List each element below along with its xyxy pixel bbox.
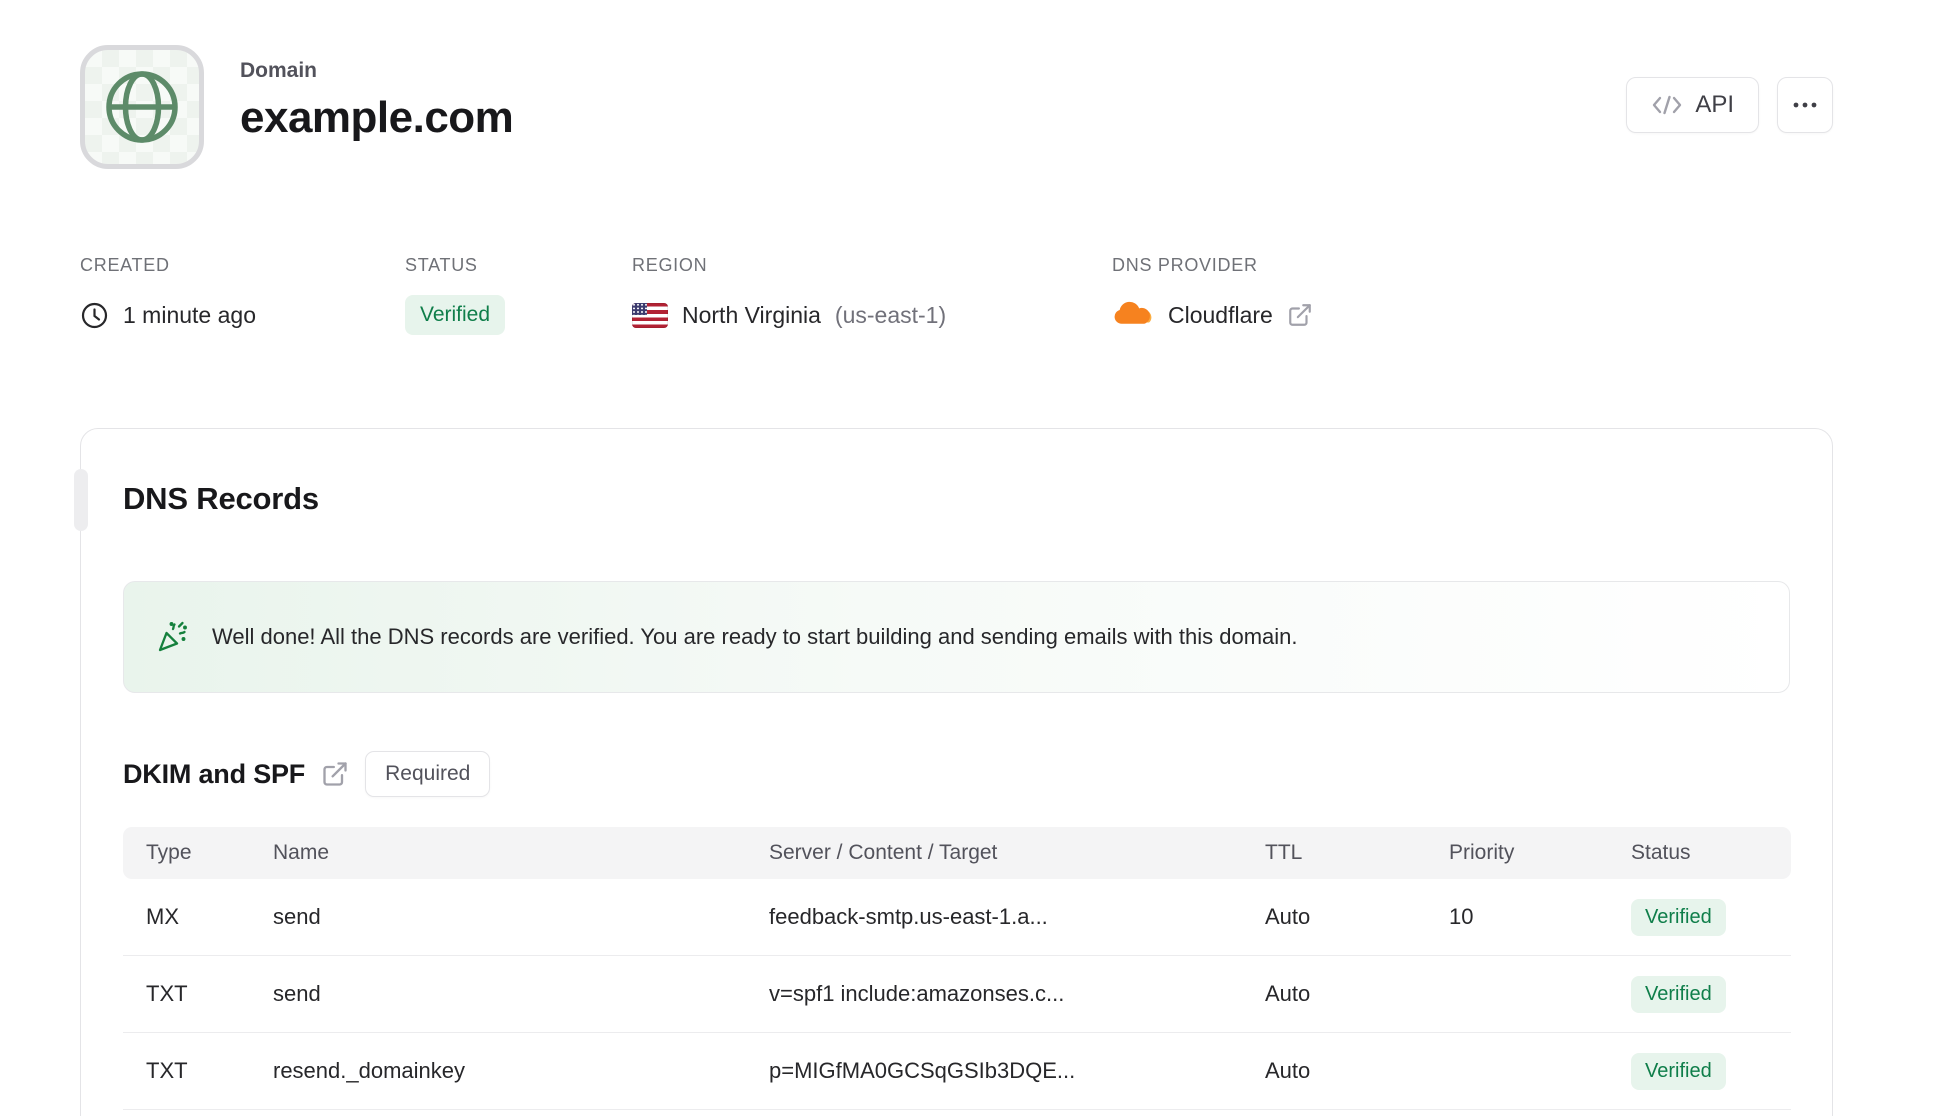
meta-status: STATUS Verified [405,255,632,336]
ellipsis-icon [1792,101,1818,109]
table-header-cell: Type [146,841,192,864]
table-header-cell: TTL [1265,841,1303,864]
success-banner: Well done! All the DNS records are verif… [123,581,1790,693]
cell-ttl: Auto [1265,1058,1311,1083]
dns-records-table: Type Name Server / Content / Target TTL Prio… [123,827,1791,1110]
dkim-spf-section-head: DKIM and SPF Required [123,751,1790,797]
cell-name: send [273,904,321,929]
table-header-cell: Name [273,841,330,864]
row-status-badge: Verified [1631,1052,1726,1090]
cell-name: resend._domainkey [273,1058,466,1083]
dns-provider-label: DNS PROVIDER [1112,255,1258,275]
cell-content: v=spf1 include:amazonses.c... [769,981,1065,1006]
external-link-icon[interactable] [1287,302,1313,328]
header-actions: API [1626,45,1833,133]
table-row[interactable]: TXT send v=spf1 include:amazonses.c... A… [123,956,1791,1033]
cell-name: send [273,981,321,1006]
success-banner-text: Well done! All the DNS records are verif… [212,624,1298,649]
clock-icon [80,301,109,330]
row-status-badge: Verified [1631,975,1726,1013]
table-row[interactable]: TXT resend._domainkey p=MIGfMA0GCSqGSIb3… [123,1033,1791,1110]
status-badge: Verified [405,295,506,335]
api-button-label: API [1695,91,1734,118]
more-options-button[interactable] [1777,77,1833,133]
cell-status: Verified [1608,975,1791,1013]
cell-status: Verified [1608,898,1791,936]
required-badge: Required [365,751,491,797]
cell-ttl: Auto [1265,904,1311,929]
status-label: STATUS [405,255,478,275]
party-popper-icon [154,619,190,655]
page-kicker: Domain [240,59,318,82]
table-body: MX send feedback-smtp.us-east-1.a... Aut… [123,879,1791,1110]
table-header-cell: Server / Content / Target [769,841,998,864]
page-title: example.com [240,93,514,142]
cell-type: MX [146,904,179,929]
page-header: Domain example.com API [80,45,1833,169]
domain-page: Domain example.com API CREATED 1 minute … [74,0,1833,1116]
table-header-cell: Status [1631,841,1691,864]
table-header-cell: Priority [1449,841,1515,864]
section-anchor-tab [74,469,88,531]
created-label: CREATED [80,255,170,275]
dns-provider-value: Cloudflare [1168,301,1273,328]
globe-icon [103,68,181,146]
api-button[interactable]: API [1626,77,1759,133]
cell-type: TXT [146,981,188,1006]
cell-ttl: Auto [1265,981,1311,1006]
created-value: 1 minute ago [123,301,256,328]
domain-meta: CREATED 1 minute ago STATUS Verified REG… [80,255,1833,336]
region-code: (us-east-1) [834,301,947,328]
cell-content: feedback-smtp.us-east-1.a... [769,904,1048,929]
meta-created: CREATED 1 minute ago [80,255,405,336]
meta-dns-provider: DNS PROVIDER Cloudflare [1112,255,1313,336]
dkim-spf-title: DKIM and SPF [123,758,306,789]
dns-records-title: DNS Records [123,481,319,516]
cell-status: Verified [1608,1052,1791,1090]
cell-content: p=MIGfMA0GCSqGSIb3DQE... [769,1058,1076,1083]
table-row[interactable]: MX send feedback-smtp.us-east-1.a... Aut… [123,879,1791,956]
cell-priority: 10 [1449,904,1474,929]
title-block: Domain example.com [240,45,514,143]
cloudflare-icon [1112,300,1154,330]
code-icon [1651,93,1683,117]
region-label: REGION [632,255,708,275]
dns-records-card: DNS Records Well done! All the DNS recor… [74,428,1833,1116]
row-status-badge: Verified [1631,898,1726,936]
external-link-icon[interactable] [321,760,349,788]
region-value: North Virginia [682,301,821,328]
cell-type: TXT [146,1058,188,1083]
domain-avatar [80,45,204,169]
meta-region: REGION North Virginia (us-east-1) [632,255,1112,336]
us-flag-icon [632,302,668,328]
table-header-row: Type Name Server / Content / Target TTL Prio… [123,827,1791,879]
